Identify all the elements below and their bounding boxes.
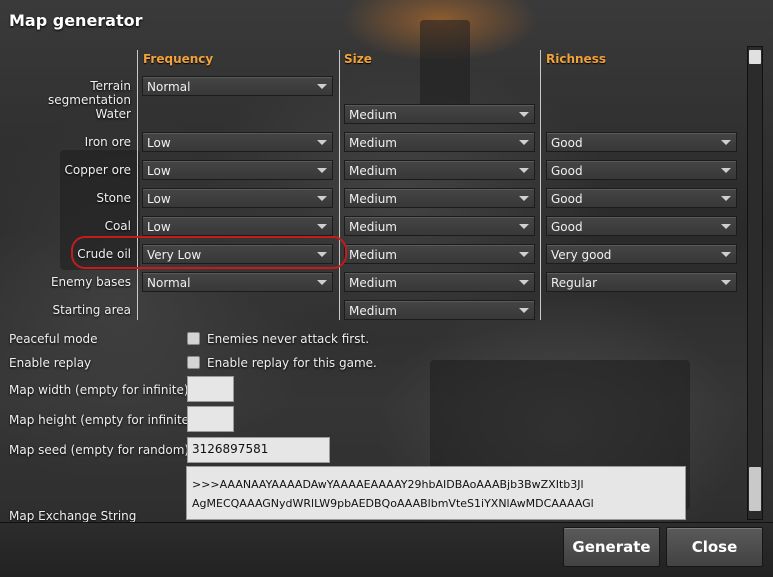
iron-ore-size-dropdown[interactable]: Medium [344, 132, 535, 152]
chevron-down-icon [721, 280, 731, 285]
peaceful-mode-label: Peaceful mode [9, 332, 98, 346]
row-label-stone: Stone [96, 191, 131, 205]
dropdown-value: Medium [349, 248, 397, 262]
chevron-down-icon [721, 224, 731, 229]
scroll-up-handle[interactable] [749, 50, 761, 64]
map-exchange-string-label: Map Exchange String [9, 509, 137, 523]
iron-ore-frequency-dropdown[interactable]: Low [142, 132, 333, 152]
chevron-down-icon [721, 252, 731, 257]
crude-oil-richness-dropdown[interactable]: Very good [546, 244, 737, 264]
scrollbar-thumb[interactable] [749, 467, 761, 511]
chevron-down-icon [519, 196, 529, 201]
dropdown-value: Good [551, 220, 583, 234]
dropdown-value: Medium [349, 136, 397, 150]
map-width-label: Map width (empty for infinite): [9, 383, 193, 397]
enable-replay-checkbox[interactable] [187, 356, 200, 369]
chevron-down-icon [519, 140, 529, 145]
dropdown-value: Good [551, 192, 583, 206]
close-button[interactable]: Close [666, 527, 763, 567]
chevron-down-icon [721, 168, 731, 173]
background-chimney [420, 20, 470, 110]
map-height-label: Map height (empty for infinite): [9, 413, 198, 427]
dropdown-value: Low [147, 192, 171, 206]
window-title: Map generator [9, 11, 143, 30]
terrain-segmentation-frequency-dropdown[interactable]: Normal [142, 76, 333, 96]
starting-area-size-dropdown[interactable]: Medium [344, 300, 535, 320]
dropdown-value: Very good [551, 248, 612, 262]
generate-button[interactable]: Generate [563, 527, 660, 567]
chevron-down-icon [721, 196, 731, 201]
chevron-down-icon [317, 280, 327, 285]
chevron-down-icon [317, 140, 327, 145]
row-label-coal: Coal [104, 219, 131, 233]
dropdown-value: Low [147, 136, 171, 150]
row-label-water: Water [95, 107, 131, 121]
enable-replay-label: Enable replay [9, 356, 92, 370]
dropdown-value: Low [147, 164, 171, 178]
iron-ore-richness-dropdown[interactable]: Good [546, 132, 737, 152]
column-divider [540, 50, 541, 320]
enemy-bases-frequency-dropdown[interactable]: Normal [142, 272, 333, 292]
chevron-down-icon [519, 280, 529, 285]
chevron-down-icon [317, 168, 327, 173]
chevron-down-icon [519, 308, 529, 313]
column-header-richness: Richness [546, 52, 606, 66]
exchange-line: AgMECQAAAGNydWRlLW9pbAEDBQoAAABlbmVteS1i… [192, 497, 594, 510]
copper-ore-richness-dropdown[interactable]: Good [546, 160, 737, 180]
vertical-scrollbar[interactable] [747, 46, 763, 520]
row-label-terrain-segmentation: Terrain segmentation [48, 79, 131, 107]
chevron-down-icon [519, 252, 529, 257]
enable-replay-checkbox-text[interactable]: Enable replay for this game. [207, 356, 377, 370]
dropdown-value: Good [551, 136, 583, 150]
map-seed-input[interactable]: 3126897581 [187, 437, 330, 463]
row-label-starting-area: Starting area [52, 303, 131, 317]
map-width-input[interactable] [187, 376, 234, 402]
exchange-line: >>>AAANAAYAAAADAwYAAAAEAAAAY29hbAIDBAoAA… [192, 478, 584, 491]
column-header-size: Size [344, 52, 372, 66]
peaceful-mode-checkbox[interactable] [187, 332, 200, 345]
dropdown-value: Medium [349, 108, 397, 122]
enemy-bases-size-dropdown[interactable]: Medium [344, 272, 535, 292]
dropdown-value: Normal [147, 80, 191, 94]
chevron-down-icon [519, 168, 529, 173]
chevron-down-icon [317, 224, 327, 229]
peaceful-mode-checkbox-text[interactable]: Enemies never attack first. [207, 332, 369, 346]
dropdown-value: Medium [349, 220, 397, 234]
column-header-frequency: Frequency [143, 52, 214, 66]
chevron-down-icon [317, 196, 327, 201]
map-exchange-string-textarea[interactable]: >>>AAANAAYAAAADAwYAAAAEAAAAY29hbAIDBAoAA… [186, 466, 686, 520]
map-height-input[interactable] [187, 406, 234, 432]
dropdown-value: Medium [349, 276, 397, 290]
dropdown-value: Good [551, 164, 583, 178]
enemy-bases-richness-dropdown[interactable]: Regular [546, 272, 737, 292]
dropdown-value: Regular [551, 276, 598, 290]
crude-oil-highlight-annotation [71, 236, 347, 269]
dropdown-value: Medium [349, 304, 397, 318]
crude-oil-size-dropdown[interactable]: Medium [344, 244, 535, 264]
map-seed-label: Map seed (empty for random): [9, 443, 194, 457]
coal-richness-dropdown[interactable]: Good [546, 216, 737, 236]
column-divider [339, 50, 340, 320]
chevron-down-icon [317, 84, 327, 89]
row-label-iron-ore: Iron ore [84, 135, 131, 149]
stone-frequency-dropdown[interactable]: Low [142, 188, 333, 208]
chevron-down-icon [519, 112, 529, 117]
copper-ore-frequency-dropdown[interactable]: Low [142, 160, 333, 180]
dropdown-value: Medium [349, 192, 397, 206]
chevron-down-icon [519, 224, 529, 229]
chevron-down-icon [721, 140, 731, 145]
dropdown-value: Normal [147, 276, 191, 290]
row-label-enemy-bases: Enemy bases [50, 275, 131, 289]
coal-size-dropdown[interactable]: Medium [344, 216, 535, 236]
stone-size-dropdown[interactable]: Medium [344, 188, 535, 208]
row-label-copper-ore: Copper ore [64, 163, 131, 177]
dropdown-value: Medium [349, 164, 397, 178]
stone-richness-dropdown[interactable]: Good [546, 188, 737, 208]
dropdown-value: Low [147, 220, 171, 234]
coal-frequency-dropdown[interactable]: Low [142, 216, 333, 236]
copper-ore-size-dropdown[interactable]: Medium [344, 160, 535, 180]
water-size-dropdown[interactable]: Medium [344, 104, 535, 124]
column-divider [137, 50, 138, 320]
